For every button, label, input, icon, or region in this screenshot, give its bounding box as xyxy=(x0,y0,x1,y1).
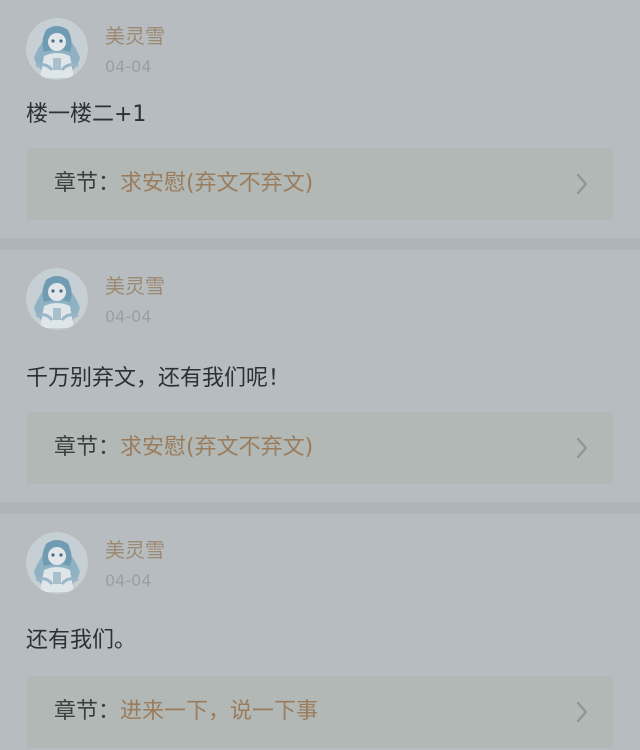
avatar[interactable] xyxy=(26,532,88,594)
chapter-label: 章节： xyxy=(54,699,121,724)
chapter-link[interactable]: 章节：求安慰(弃文不弃文) xyxy=(26,412,614,484)
username[interactable]: 美灵雪 xyxy=(105,24,165,48)
anime-avatar-icon xyxy=(26,268,88,330)
chapter-label: 章节： xyxy=(54,435,121,460)
chapter-text: 章节：进来一下，说一下事 xyxy=(54,697,318,727)
chapter-link[interactable]: 章节：求安慰(弃文不弃文) xyxy=(26,148,614,220)
comment-text: 楼一楼二+1 xyxy=(26,102,147,127)
username[interactable]: 美灵雪 xyxy=(105,274,165,298)
comment-date: 04-04 xyxy=(105,57,152,76)
comment-header: 美灵雪 04-04 xyxy=(26,532,326,594)
chevron-right-icon xyxy=(576,701,588,723)
comment-header: 美灵雪 04-04 xyxy=(26,18,326,80)
username[interactable]: 美灵雪 xyxy=(105,538,165,562)
anime-avatar-icon xyxy=(26,532,88,594)
comment-feed: 美灵雪 04-04 楼一楼二+1 章节：求安慰(弃文不弃文) 美灵雪 04-04… xyxy=(0,0,640,750)
comment-card: 美灵雪 04-04 千万别弃文，还有我们呢！ 章节：求安慰(弃文不弃文) xyxy=(0,250,640,502)
chapter-text: 章节：求安慰(弃文不弃文) xyxy=(54,433,313,463)
chevron-right-icon xyxy=(576,173,588,195)
comment-header: 美灵雪 04-04 xyxy=(26,268,326,330)
comment-text: 还有我们。 xyxy=(26,628,137,653)
comment-card: 美灵雪 04-04 楼一楼二+1 章节：求安慰(弃文不弃文) xyxy=(0,0,640,238)
comment-date: 04-04 xyxy=(105,307,152,326)
avatar[interactable] xyxy=(26,268,88,330)
comment-date: 04-04 xyxy=(105,571,152,590)
chapter-title: 求安慰(弃文不弃文) xyxy=(120,435,314,460)
chapter-title: 进来一下，说一下事 xyxy=(120,699,319,724)
chapter-title: 求安慰(弃文不弃文) xyxy=(120,171,314,196)
chapter-text: 章节：求安慰(弃文不弃文) xyxy=(54,169,313,199)
chevron-right-icon xyxy=(576,437,588,459)
comment-card: 美灵雪 04-04 还有我们。 章节：进来一下，说一下事 xyxy=(0,514,640,750)
avatar[interactable] xyxy=(26,18,88,80)
anime-avatar-icon xyxy=(26,18,88,80)
chapter-label: 章节： xyxy=(54,171,121,196)
comment-text: 千万别弃文，还有我们呢！ xyxy=(26,366,291,391)
chapter-link[interactable]: 章节：进来一下，说一下事 xyxy=(26,676,614,748)
